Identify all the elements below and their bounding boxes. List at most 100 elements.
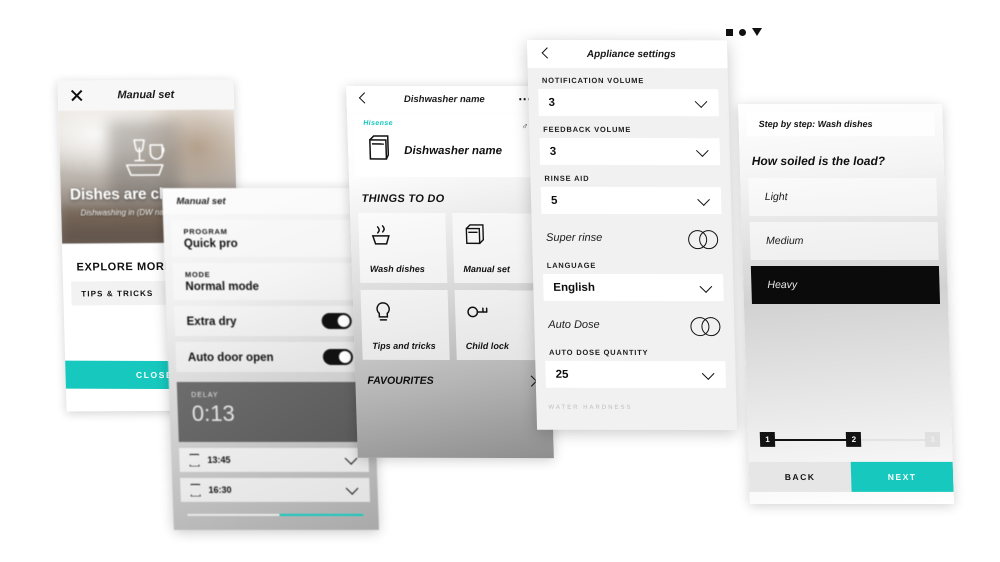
field-rinse-aid: RINSE AID 5 [530,173,731,215]
delay-caption: DELAY [191,391,219,399]
tile-tips-and-tricks[interactable]: Tips and tricks [360,289,450,360]
field-auto-dose-quantity: AUTO DOSE QUANTITY 25 [535,348,736,389]
delay-value: 0:13 [191,400,236,426]
favourites-row[interactable]: FAVOURITES [355,374,552,388]
auto-dose-quantity-select[interactable]: 25 [545,360,727,389]
rinse-aid-select[interactable]: 5 [540,186,722,215]
screens-collage: Manual set Dishes are clean now. Dishwas… [0,0,1000,562]
program-row[interactable]: PROGRAM Quick pro [171,220,362,258]
option-heavy-label: Heavy [767,279,798,292]
option-medium-label: Medium [765,235,804,248]
step-dot-1[interactable]: 1 [759,431,776,447]
auto-dose-label: Auto Dose [548,318,600,331]
feedback-volume-value: 3 [549,145,557,158]
tile-manual-set[interactable]: Manual set [451,213,541,284]
tips-icon [371,300,438,329]
settings-footer-hint: WATER HARDNESS [548,404,633,411]
circle-icon [739,28,746,36]
chevron-down-icon [694,96,708,110]
super-rinse-toggle[interactable] [688,230,718,247]
time-row-start[interactable]: 13:45 [179,447,370,472]
option-medium[interactable]: Medium [749,222,939,261]
tile-child-lock[interactable]: Child lock [454,289,543,361]
mode-row[interactable]: MODE Normal mode [172,263,363,301]
chevron-left-icon[interactable] [356,92,370,106]
language-label: LANGUAGE [546,260,597,270]
notification-volume-value: 3 [548,96,556,109]
field-feedback-volume: FEEDBACK VOLUME 3 [529,124,730,166]
rinse-aid-value: 5 [550,194,558,207]
language-value: English [553,281,596,294]
screen-clean-title: Manual set [117,88,175,102]
next-button[interactable]: NEXT [850,461,954,492]
tile-manual-set-label: Manual set [463,264,511,275]
triangle-down-icon [752,28,762,36]
tile-tips-and-tricks-label: Tips and tricks [372,340,436,351]
favourites-label: FAVOURITES [367,374,434,387]
screen-step-by-step: Step by step: Wash dishes How soiled is … [738,104,954,504]
language-select[interactable]: English [542,273,724,302]
mode-value: Normal mode [185,281,260,294]
manual-set-icon [462,223,529,252]
device-header-title: Dishwasher name [403,93,485,105]
option-light-label: Light [764,191,788,204]
things-to-do-grid: Wash dishes Manual set Tips and tricks C… [350,212,551,361]
super-rinse-row[interactable]: Super rinse [532,223,733,253]
dishwasher-icon [364,134,391,167]
settings-header-title: Appliance settings [586,48,676,60]
tile-wash-dishes[interactable]: Wash dishes [358,212,447,283]
mode-label: MODE [184,270,211,280]
chevron-left-icon[interactable] [539,47,553,61]
extra-dry-row[interactable]: Extra dry [174,306,365,337]
chevron-down-icon [701,368,715,382]
settings-header: Appliance settings [526,39,728,69]
things-to-do-title: THINGS TO DO [361,192,445,206]
time-end-value: 16:30 [208,484,232,495]
program-label: PROGRAM [183,227,228,237]
hourglass-icon [190,483,200,496]
manual-set-header: Manual set [161,188,369,215]
step-question: How soiled is the load? [751,154,886,169]
decorative-glyphs [726,28,762,36]
step-dot-3[interactable]: 3 [924,431,941,447]
feedback-volume-label: FEEDBACK VOLUME [543,124,632,135]
close-icon[interactable] [70,88,84,102]
chevron-down-icon [345,483,359,497]
super-rinse-label: Super rinse [545,231,603,244]
chevron-down-icon [344,453,358,467]
chevron-down-icon [699,281,713,295]
back-button[interactable]: BACK [748,461,852,492]
chevron-down-icon [697,194,711,208]
auto-dose-toggle[interactable] [690,317,720,334]
tile-wash-dishes-label: Wash dishes [369,263,425,274]
step-dot-2[interactable]: 2 [846,431,862,447]
extra-dry-toggle[interactable] [321,313,353,330]
field-notification-volume: NOTIFICATION VOLUME 3 [528,76,729,117]
time-row-end[interactable]: 16:30 [180,477,371,502]
option-heavy[interactable]: Heavy [750,266,941,304]
screen-device-home: Dishwasher name ⋯ Hisense ♂ Dishwasher n… [346,85,554,459]
wash-dishes-icon [368,223,435,252]
connected-icon: ♂ [521,121,529,132]
auto-dose-quantity-value: 25 [555,368,569,381]
time-start-value: 13:45 [207,454,231,465]
option-light[interactable]: Light [748,178,938,217]
auto-door-open-row[interactable]: Auto door open [175,342,366,372]
auto-door-open-label: Auto door open [187,352,274,364]
clean-dishes-icon [116,136,179,187]
delay-timer-box: DELAY 0:13 [176,381,368,442]
device-name: Dishwasher name [403,144,503,157]
step-header: Step by step: Wash dishes [746,112,936,137]
notification-volume-select[interactable]: 3 [538,88,719,117]
device-card[interactable]: Hisense ♂ Dishwasher name [352,113,540,178]
step-indicator: 1 2 3 [759,431,941,448]
program-value: Quick pro [183,238,238,251]
hourglass-icon [189,453,199,466]
feedback-volume-select[interactable]: 3 [539,137,721,166]
device-header: Dishwasher name ⋯ [346,85,544,113]
brand-label: Hisense [363,119,394,127]
auto-dose-row[interactable]: Auto Dose [534,310,735,340]
rinse-aid-label: RINSE AID [544,173,590,183]
auto-door-open-toggle[interactable] [322,349,354,365]
chevron-down-icon [696,145,710,159]
